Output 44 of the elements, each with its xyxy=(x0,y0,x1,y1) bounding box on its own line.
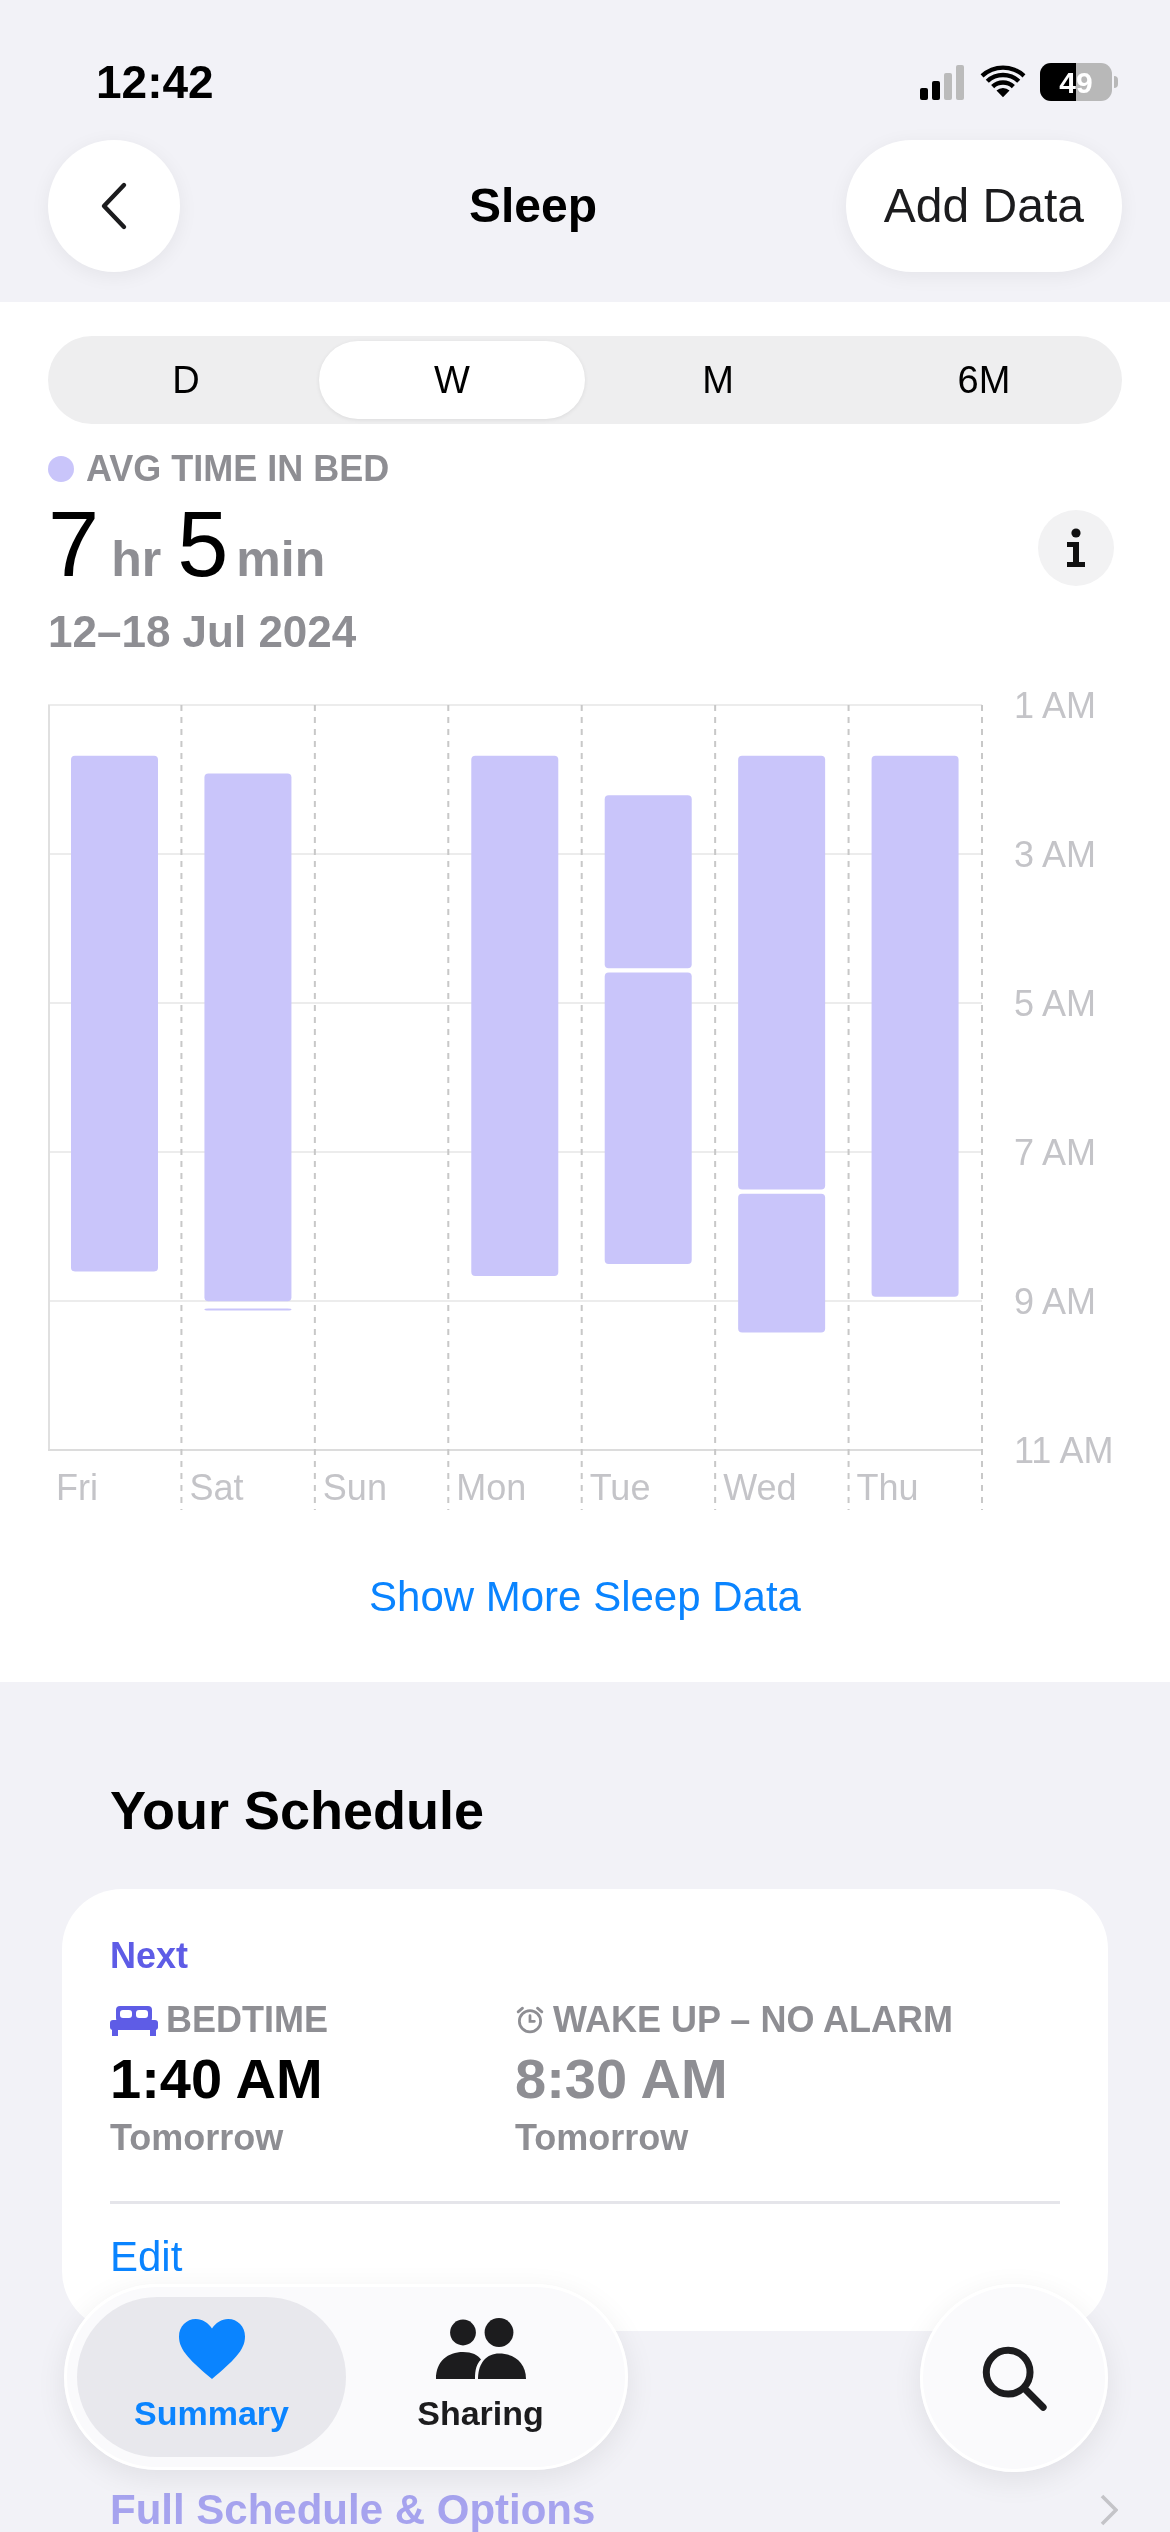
bed-icon xyxy=(110,2004,158,2036)
minutes-unit: min xyxy=(236,530,326,589)
hours-value: 7 xyxy=(48,498,100,590)
axis-label: 1 AM xyxy=(1014,685,1097,726)
alarm-clock-icon xyxy=(515,2005,545,2035)
hours-unit: hr xyxy=(111,530,162,589)
period-tab[interactable]: D xyxy=(53,341,319,419)
chevron-icon xyxy=(1100,2493,1118,2526)
day-label: Fri xyxy=(56,1467,98,1508)
schedule-time: 1:40 AM xyxy=(110,2047,324,2112)
day-label: Tue xyxy=(589,1467,651,1508)
status-time: 12:42 xyxy=(96,54,214,110)
axis-label: 11 AM xyxy=(1014,1430,1114,1471)
add-data-button[interactable]: Add Data xyxy=(845,140,1122,272)
schedule-day: Tomorrow xyxy=(110,2111,515,2166)
page-title: Sleep xyxy=(468,178,597,234)
show-more-link[interactable]: Show More Sleep Data xyxy=(369,1565,801,1628)
date-range: 12–18 Jul 2024 xyxy=(48,606,358,658)
axis-label: 9 AM xyxy=(1014,1281,1097,1322)
next-label: Next xyxy=(110,1934,190,1978)
schedule-time: 8:30 AM xyxy=(515,2047,729,2112)
tab-bar-item[interactable]: Sharing xyxy=(346,2297,615,2457)
back-chevron-icon xyxy=(100,181,128,231)
day-label: Mon xyxy=(456,1467,527,1508)
info-icon xyxy=(1065,527,1087,568)
day-label: Sat xyxy=(189,1467,244,1508)
period-tab[interactable]: 6M xyxy=(851,341,1117,419)
schedule-day: Tomorrow xyxy=(515,2111,954,2166)
wifi-icon xyxy=(980,64,1026,100)
axis-label: 7 AM xyxy=(1014,1132,1097,1173)
legend-label: AVG TIME IN BED xyxy=(86,447,390,491)
axis-label: 3 AM xyxy=(1014,834,1097,875)
edit-link[interactable]: Edit xyxy=(110,2234,183,2281)
day-label: Thu xyxy=(856,1467,919,1508)
signal-icon xyxy=(920,64,966,100)
minutes-value: 5 xyxy=(177,498,229,590)
period-tab[interactable]: W xyxy=(319,341,585,419)
axis-label: 5 AM xyxy=(1014,983,1097,1024)
schedule-label: BEDTIME xyxy=(166,1998,328,2042)
period-tab[interactable]: M xyxy=(585,341,851,419)
section-title: Your Schedule xyxy=(110,1779,486,1842)
schedule-label: WAKE UP – NO ALARM xyxy=(553,1998,954,2042)
day-label: Wed xyxy=(723,1467,797,1508)
day-label: Sun xyxy=(322,1467,387,1508)
